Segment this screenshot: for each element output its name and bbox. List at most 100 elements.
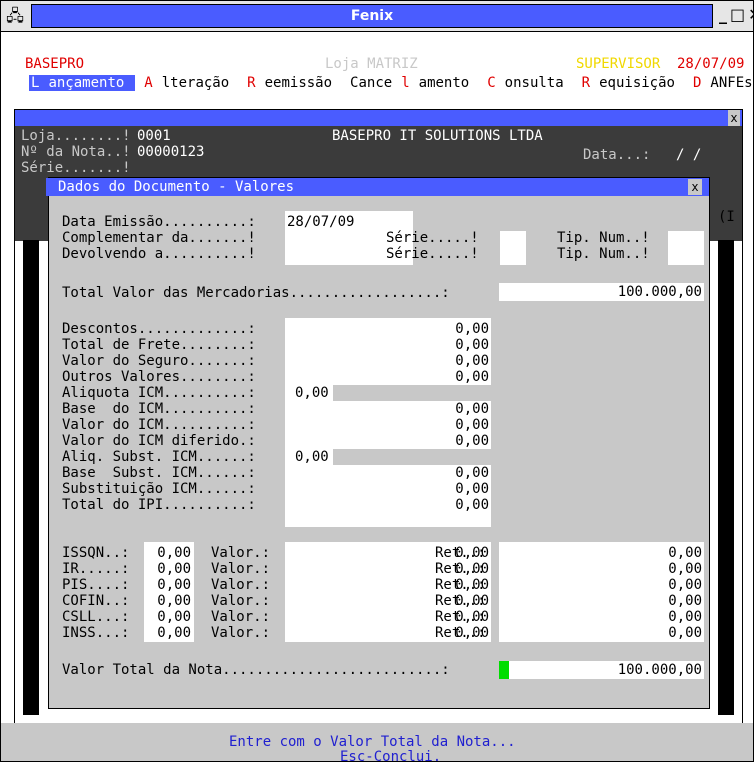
issqn-rate: 0,00 — [157, 545, 191, 561]
menu-label-rest: ANFEs — [710, 75, 753, 91]
ir-label: IR.....: — [62, 561, 130, 577]
menu-label-rest: lteração — [161, 75, 230, 91]
inss-ret-label: Ret..: — [435, 625, 486, 641]
menu-item-alteracao[interactable]: Alteração — [144, 75, 238, 91]
aliquota-icm-value: 0,00 — [295, 385, 329, 401]
menu-label-rest: onsulta — [504, 75, 564, 91]
right-shadow — [718, 240, 734, 715]
issqn-valor-label: Valor.: — [211, 545, 271, 561]
nota-value: 00000123 — [137, 144, 205, 160]
menu-label-rest: eemissão — [264, 75, 333, 91]
serie-field[interactable] — [500, 231, 526, 265]
ir-ret-label: Ret..: — [435, 561, 486, 577]
pis-ret-label: Ret..: — [435, 577, 486, 593]
total-mercadorias-field[interactable]: 100.000,00 — [499, 283, 704, 301]
ir-valor-label: Valor.: — [211, 561, 271, 577]
valor-total-value: 100.000,00 — [617, 662, 702, 678]
base-icm-label: Base do ICM..........: — [62, 401, 256, 417]
menu-item-danfes[interactable]: D ANFEs — [692, 75, 753, 91]
maximize-icon[interactable]: □ — [730, 4, 745, 26]
menu-label-rest: equisição — [599, 75, 675, 91]
menu-label-pre: Cance — [350, 75, 393, 91]
menu-item-consulta[interactable]: Consulta — [487, 75, 572, 91]
aliquota-icm-label: Aliquota ICM..........: — [62, 385, 256, 401]
inss-label: INSS...: — [62, 625, 130, 641]
data-label: Data...: — [583, 147, 651, 163]
outros-valores-label: Outros Valores........: — [62, 369, 256, 385]
data-emissao-value: 28/07/09 — [287, 214, 355, 230]
csll-ret-label: Ret..: — [435, 609, 486, 625]
devolvendo-label: Devolvendo a..........! — [62, 246, 256, 262]
cofin-ret: 0,00 — [668, 593, 702, 609]
menu-hotkey: A — [144, 75, 153, 91]
subst-icm-label: Substituição ICM......: — [62, 481, 256, 497]
csll-ret: 0,00 — [668, 609, 702, 625]
company-code: BASEPRO — [25, 56, 85, 72]
serie-label: Série.......! — [21, 160, 131, 176]
valor-icm-value: 0,00 — [455, 417, 489, 433]
pis-rate: 0,00 — [157, 577, 191, 593]
serie-label-1: Série.....! — [386, 230, 479, 246]
icm-diferido-value: 0,00 — [455, 433, 489, 449]
frete-label: Total de Frete........: — [62, 337, 256, 353]
company-name: BASEPRO IT SOLUTIONS LTDA — [332, 128, 543, 144]
store-name: Loja MATRIZ — [325, 56, 418, 72]
dialog-close-icon[interactable]: x — [688, 179, 702, 195]
cofin-ret-label: Ret..: — [435, 593, 486, 609]
frete-value: 0,00 — [455, 337, 489, 353]
panel-close-icon[interactable]: x — [728, 110, 740, 126]
panel-title-bar: x — [15, 110, 742, 126]
tipnum-field[interactable] — [668, 231, 704, 265]
title-box[interactable]: Fenix — [31, 4, 713, 28]
valor-total-label: Valor Total da Nota.....................… — [62, 662, 450, 678]
base-icm-value: 0,00 — [455, 401, 489, 417]
cofin-rate: 0,00 — [157, 593, 191, 609]
menu-item-requisicao[interactable]: Requisição — [582, 75, 684, 91]
values-dialog: Dados do Documento - Valores x Data Emis… — [46, 177, 710, 709]
text-cursor — [499, 661, 509, 679]
menu-item-reemissao[interactable]: Reemissão — [247, 75, 341, 91]
valor-total-field[interactable]: 100.000,00 — [509, 661, 704, 679]
minimize-icon[interactable]: _ — [719, 4, 727, 26]
outros-valores-value: 0,00 — [455, 369, 489, 385]
csll-rate: 0,00 — [157, 609, 191, 625]
issqn-ret: 0,00 — [668, 545, 702, 561]
window-title: Fenix — [350, 8, 394, 24]
aliquota-gap — [333, 385, 491, 401]
main-menu: Lançamento Alteração Reemissão Cance l amento… — [29, 74, 753, 92]
seguro-value: 0,00 — [455, 353, 489, 369]
menu-item-lancamento[interactable]: Lançamento — [29, 75, 136, 91]
data-emissao-label: Data Emissão..........: — [62, 214, 256, 230]
menu-hotkey: D — [692, 75, 702, 91]
window-controls: _□✕ — [719, 4, 753, 26]
inss-valor-label: Valor.: — [211, 625, 271, 641]
close-icon[interactable]: ✕ — [748, 4, 753, 26]
tipnum-label-1: Tip. Num..! — [557, 230, 650, 246]
application-window: 🖧 Fenix _□✕ BASEPRO Loja MATRIZ SUPERVIS… — [0, 0, 754, 762]
serie-label-2: Série.....! — [386, 246, 479, 262]
pis-label: PIS....: — [62, 577, 130, 593]
menu-hotkey: R — [581, 75, 591, 91]
issqn-label: ISSQN..: — [62, 545, 130, 561]
pis-ret: 0,00 — [668, 577, 702, 593]
title-bar: 🖧 Fenix _□✕ — [1, 1, 753, 32]
loja-label: Loja........! — [21, 128, 131, 144]
aliq-subst-gap — [333, 449, 491, 465]
subst-icm-value: 0,00 — [455, 481, 489, 497]
inss-rate: 0,00 — [157, 625, 191, 641]
nota-label: Nº da Nota..! — [21, 144, 131, 160]
menu-item-cancelamento[interactable]: Cance l amento — [350, 75, 478, 91]
icm-diferido-label: Valor do ICM diferido.: — [62, 433, 256, 449]
menu-hotkey: l — [401, 75, 410, 91]
ir-ret: 0,00 — [668, 561, 702, 577]
csll-valor-label: Valor.: — [211, 609, 271, 625]
menu-hotkey: L — [31, 75, 40, 91]
cofin-valor-label: Valor.: — [211, 593, 271, 609]
header-date: 28/07/09 — [677, 56, 745, 72]
data-emissao-field[interactable]: 28/07/09 — [285, 211, 413, 231]
csll-label: CSLL...: — [62, 609, 130, 625]
dialog-title-bar: Dados do Documento - Valores x — [46, 178, 709, 196]
menu-label-rest: ançamento — [48, 75, 125, 91]
seguro-label: Valor do Seguro.......: — [62, 353, 256, 369]
base-subst-value: 0,00 — [455, 465, 489, 481]
